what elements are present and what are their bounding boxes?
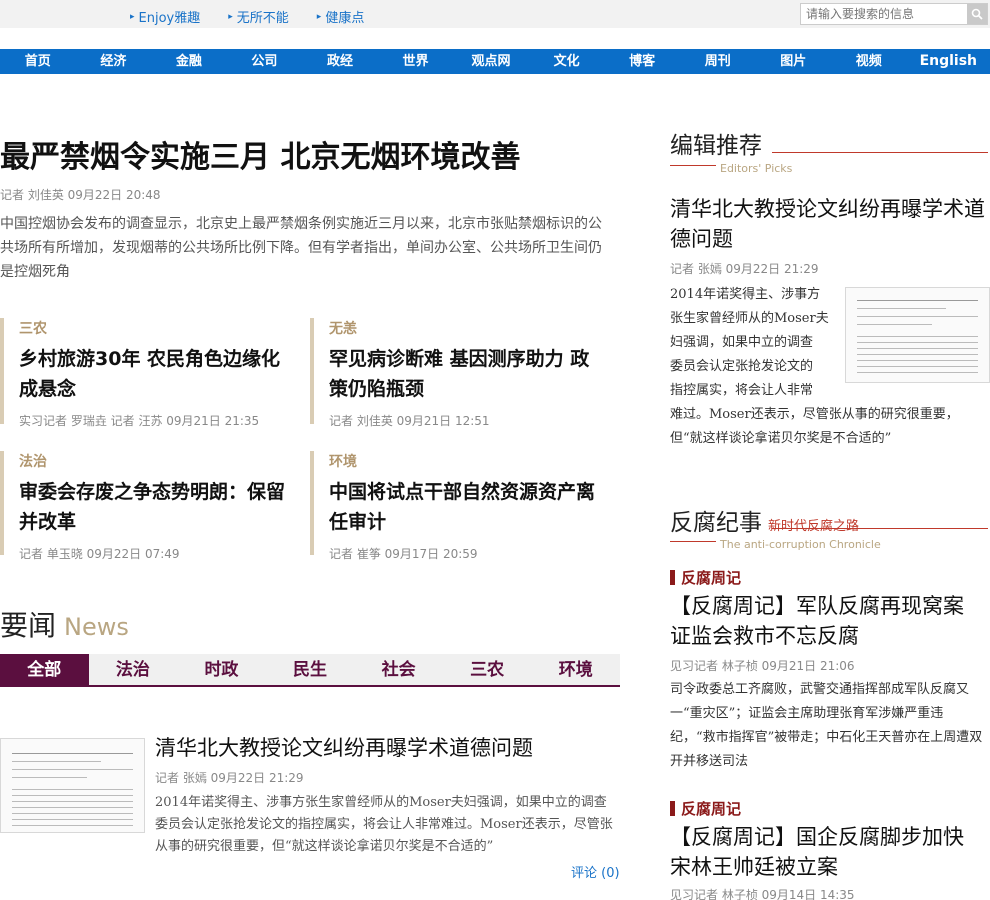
- editors-summary: 2014年诺奖得主、涉事方 张生家曾经师从的Moser夫 妇强调，如果中立的调查…: [670, 283, 840, 403]
- news-heading-en: News: [64, 613, 129, 641]
- editors-summary-line: 委员会认定张抢发论文的: [670, 359, 814, 374]
- heading-divider: [670, 165, 716, 166]
- lead-summary: 中国控烟协会发布的调查显示，北京史上最严禁烟条例实施近三月以来，北京市张贴禁烟标…: [0, 216, 602, 280]
- anticorruption-en-wrap: The anti-corruption Chronicle: [720, 533, 881, 552]
- tab-environment[interactable]: 环境: [531, 654, 620, 685]
- editors-summary-line: 张生家曾经师从的Moser夫: [670, 311, 829, 326]
- lead-headline[interactable]: 最严禁烟令实施三月 北京无烟环境改善: [0, 132, 520, 176]
- story-card: 三农 乡村旅游30年 农民角色边缘化成悬念 实习记者 罗瑞垚 记者 汪苏 09月…: [0, 318, 298, 428]
- news-heading: 要闻 News: [0, 604, 129, 644]
- editors-summary-line: 2014年诺奖得主、涉事方: [670, 287, 821, 302]
- editors-summary-line: 指控属实，将会让人非常: [670, 383, 814, 398]
- nav-blog[interactable]: 博客: [604, 49, 680, 74]
- top-links: ▸ Enjoy雅趣 ▸ 无所不能 ▸ 健康点: [130, 7, 392, 26]
- nav-economy[interactable]: 经济: [76, 49, 152, 74]
- card-headline[interactable]: 审委会存废之争态势明朗：保留并改革: [19, 477, 298, 537]
- lead-byline: 记者 刘佳英 09月22日 20:48: [0, 188, 161, 202]
- news-thumbnail[interactable]: [0, 738, 145, 833]
- news-headline[interactable]: 清华北大教授论文纠纷再曝学术道德问题: [155, 732, 533, 762]
- tab-all[interactable]: 全部: [0, 654, 89, 685]
- bullet-icon: ▸: [130, 11, 135, 22]
- heading-divider: [670, 541, 716, 542]
- tag-bar-icon: [670, 570, 675, 585]
- main-nav: 首页 经济 金融 公司 政经 世界 观点网 文化 博客 周刊 图片 视频 Eng…: [0, 49, 990, 74]
- search-button[interactable]: [967, 4, 987, 24]
- bullet-icon: ▸: [316, 11, 322, 22]
- card-byline: 记者 刘佳英 09月21日 12:51: [329, 414, 490, 428]
- editors-byline: 记者 张嫣 09月22日 21:29: [670, 262, 819, 276]
- story-card: 法治 审委会存废之争态势明朗：保留并改革 记者 单玉晓 09月22日 07:49: [0, 451, 298, 561]
- nav-english[interactable]: English: [907, 49, 990, 74]
- toplink-wusuobuneng[interactable]: ▸ 无所不能: [228, 7, 289, 26]
- tab-society[interactable]: 社会: [354, 654, 443, 685]
- corruption-byline: 见习记者 林子桢 09月21日 21:06: [670, 659, 855, 673]
- heading-divider: [772, 152, 988, 153]
- corruption-summary: 司令政委总工齐腐败，武警交通指挥部成军队反腐又一“重灾区”；证监会主席助理张育军…: [670, 682, 983, 769]
- nav-video[interactable]: 视频: [831, 49, 907, 74]
- card-tag[interactable]: 法治: [19, 451, 298, 471]
- nav-weekly[interactable]: 周刊: [680, 49, 756, 74]
- card-headline[interactable]: 乡村旅游30年 农民角色边缘化成悬念: [19, 344, 298, 404]
- tab-politics[interactable]: 时政: [177, 654, 266, 685]
- editors-summary-line: 妇强调，如果中立的调查: [670, 335, 814, 350]
- nav-finance[interactable]: 金融: [151, 49, 227, 74]
- card-headline[interactable]: 中国将试点干部自然资源资产离任审计: [329, 477, 608, 537]
- nav-company[interactable]: 公司: [227, 49, 303, 74]
- search-icon: [971, 8, 983, 20]
- heading-divider: [772, 528, 988, 529]
- anticorruption-sub: 新时代反腐之路: [768, 519, 860, 534]
- nav-photos[interactable]: 图片: [755, 49, 831, 74]
- card-tag[interactable]: 无恙: [329, 318, 608, 338]
- corruption-byline: 见习记者 林子桢 09月14日 14:35: [670, 888, 855, 900]
- nav-culture[interactable]: 文化: [529, 49, 605, 74]
- toplink-enjoy[interactable]: ▸ Enjoy雅趣: [130, 7, 200, 26]
- corruption-tag[interactable]: 反腐周记: [670, 567, 741, 588]
- nav-opinion[interactable]: 观点网: [453, 49, 529, 74]
- tab-law[interactable]: 法治: [89, 654, 178, 685]
- search-box: [800, 3, 988, 25]
- story-card: 无恙 罕见病诊断难 基因测序助力 政策仍陷瓶颈 记者 刘佳英 09月21日 12…: [310, 318, 608, 428]
- corruption-headline[interactable]: 【反腐周记】国企反腐脚步加快 宋林王帅廷被立案: [670, 822, 986, 882]
- editors-headline[interactable]: 清华北大教授论文纠纷再曝学术道德问题: [670, 194, 986, 254]
- tag-bar-icon: [670, 801, 675, 816]
- editors-heading: 编辑推荐: [670, 126, 762, 160]
- editors-heading-cn: 编辑推荐: [670, 133, 762, 159]
- nav-politics[interactable]: 政经: [302, 49, 378, 74]
- editors-heading-en: Editors' Picks: [720, 162, 793, 175]
- card-byline: 实习记者 罗瑞垚 记者 汪苏 09月21日 21:35: [19, 414, 260, 428]
- card-headline[interactable]: 罕见病诊断难 基因测序助力 政策仍陷瓶颈: [329, 344, 608, 404]
- top-bar: ▸ Enjoy雅趣 ▸ 无所不能 ▸ 健康点: [0, 0, 990, 28]
- news-byline: 记者 张嫣 09月22日 21:29: [155, 771, 304, 785]
- editors-heading-en-wrap: Editors' Picks: [720, 157, 792, 176]
- corruption-headline[interactable]: 【反腐周记】军队反腐再现窝案 证监会救市不忘反腐: [670, 591, 986, 651]
- anticorruption-heading-en: The anti-corruption Chronicle: [720, 538, 881, 551]
- news-heading-cn: 要闻: [0, 609, 57, 642]
- story-card: 环境 中国将试点干部自然资源资产离任审计 记者 崔筝 09月17日 20:59: [310, 451, 608, 561]
- card-tag[interactable]: 环境: [329, 451, 608, 471]
- corruption-tag[interactable]: 反腐周记: [670, 798, 741, 819]
- card-tag[interactable]: 三农: [19, 318, 298, 338]
- bullet-icon: ▸: [228, 11, 233, 22]
- anticorruption-heading: 反腐纪事 新时代反腐之路: [670, 503, 859, 537]
- tab-agriculture[interactable]: 三农: [443, 654, 532, 685]
- search-input[interactable]: [801, 4, 967, 24]
- card-byline: 记者 单玉晓 09月22日 07:49: [19, 547, 180, 561]
- news-summary: 2014年诺奖得主、涉事方张生家曾经师从的Moser夫妇强调，如果中立的调查委员…: [155, 795, 613, 854]
- tab-livelihood[interactable]: 民生: [266, 654, 355, 685]
- editors-thumbnail[interactable]: [845, 287, 990, 383]
- comment-link[interactable]: 评论 (0): [571, 862, 620, 881]
- news-tabs: 全部 法治 时政 民生 社会 三农 环境: [0, 654, 620, 687]
- editors-summary-tail: 难过。Moser还表示，尽管张从事的研究很重要，但“就这样谈论拿诺贝尔奖是不合适…: [670, 407, 959, 446]
- toplink-health[interactable]: ▸ 健康点: [317, 7, 365, 26]
- nav-world[interactable]: 世界: [378, 49, 454, 74]
- card-byline: 记者 崔筝 09月17日 20:59: [329, 547, 478, 561]
- nav-home[interactable]: 首页: [0, 49, 76, 74]
